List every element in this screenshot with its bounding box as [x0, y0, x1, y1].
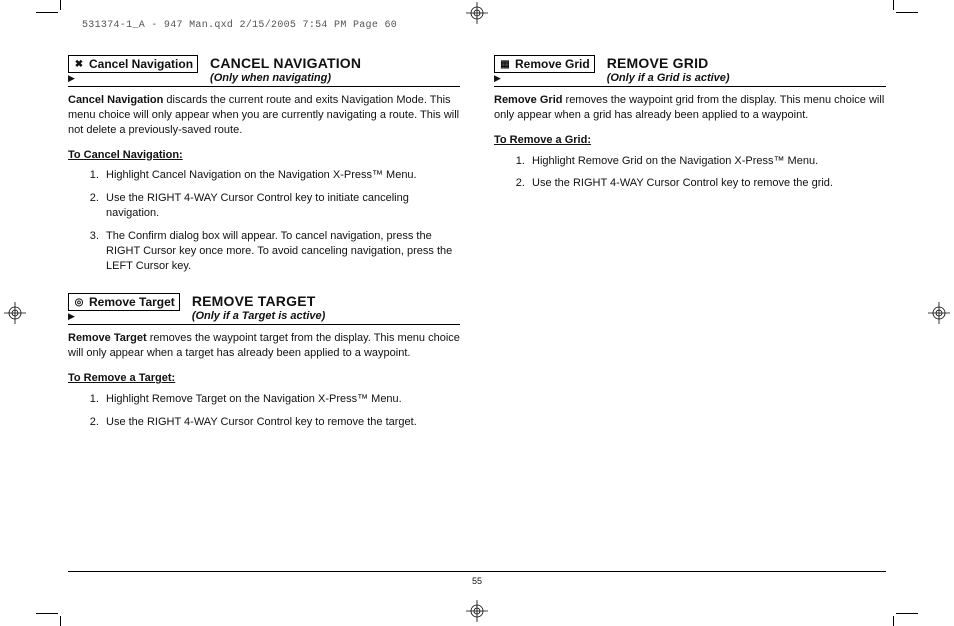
menu-chip-label: Remove Target — [89, 295, 175, 309]
section-remove-target: ◎ Remove Target ▶ REMOVE TARGET (Only if… — [68, 293, 460, 429]
footer-rule — [68, 571, 886, 572]
page-number: 55 — [0, 576, 954, 586]
procedure-heading: To Remove a Grid: — [494, 133, 886, 148]
step-item: Use the RIGHT 4-WAY Cursor Control key t… — [528, 176, 886, 191]
section-paragraph: Remove Target removes the waypoint targe… — [68, 331, 460, 361]
cancel-icon: ✖ — [73, 58, 85, 70]
left-column: ✖ Cancel Navigation ▶ CANCEL NAVIGATION … — [68, 55, 460, 450]
section-paragraph: Remove Grid removes the waypoint grid fr… — [494, 93, 886, 123]
arrow-right-icon: ▶ — [68, 311, 75, 322]
registration-mark-icon — [466, 600, 488, 622]
arrow-right-icon: ▶ — [68, 73, 75, 84]
section-paragraph: Cancel Navigation discards the current r… — [68, 93, 460, 138]
menu-chip-cancel-navigation: ✖ Cancel Navigation — [68, 55, 198, 73]
procedure-heading: To Remove a Target: — [68, 371, 460, 386]
right-column: ▦ Remove Grid ▶ REMOVE GRID (Only if a G… — [494, 55, 886, 450]
section-remove-grid: ▦ Remove Grid ▶ REMOVE GRID (Only if a G… — [494, 55, 886, 191]
section-subtitle: (Only if a Grid is active) — [607, 72, 886, 84]
section-title: REMOVE TARGET — [192, 293, 460, 309]
registration-mark-icon — [466, 2, 488, 24]
registration-mark-icon — [4, 302, 26, 324]
target-icon: ◎ — [73, 296, 85, 308]
section-title: CANCEL NAVIGATION — [210, 55, 460, 71]
page-body: ✖ Cancel Navigation ▶ CANCEL NAVIGATION … — [68, 55, 886, 586]
step-item: Highlight Remove Grid on the Navigation … — [528, 154, 886, 169]
step-item: Use the RIGHT 4-WAY Cursor Control key t… — [102, 191, 460, 221]
section-title: REMOVE GRID — [607, 55, 886, 71]
step-item: Highlight Remove Target on the Navigatio… — [102, 392, 460, 407]
menu-chip-remove-grid: ▦ Remove Grid — [494, 55, 595, 73]
registration-mark-icon — [928, 302, 950, 324]
step-item: The Confirm dialog box will appear. To c… — [102, 229, 460, 274]
step-item: Use the RIGHT 4-WAY Cursor Control key t… — [102, 415, 460, 430]
section-subtitle: (Only when navigating) — [210, 72, 460, 84]
print-slug: 531374-1_A - 947 Man.qxd 2/15/2005 7:54 … — [82, 20, 397, 31]
procedure-steps: Highlight Remove Grid on the Navigation … — [494, 154, 886, 192]
step-item: Highlight Cancel Navigation on the Navig… — [102, 168, 460, 183]
menu-chip-remove-target: ◎ Remove Target — [68, 293, 180, 311]
procedure-steps: Highlight Remove Target on the Navigatio… — [68, 392, 460, 430]
arrow-right-icon: ▶ — [494, 73, 501, 84]
procedure-heading: To Cancel Navigation: — [68, 148, 460, 163]
menu-chip-label: Cancel Navigation — [89, 57, 193, 71]
grid-icon: ▦ — [499, 58, 511, 70]
procedure-steps: Highlight Cancel Navigation on the Navig… — [68, 168, 460, 273]
section-subtitle: (Only if a Target is active) — [192, 310, 460, 322]
menu-chip-label: Remove Grid — [515, 57, 590, 71]
section-cancel-navigation: ✖ Cancel Navigation ▶ CANCEL NAVIGATION … — [68, 55, 460, 273]
